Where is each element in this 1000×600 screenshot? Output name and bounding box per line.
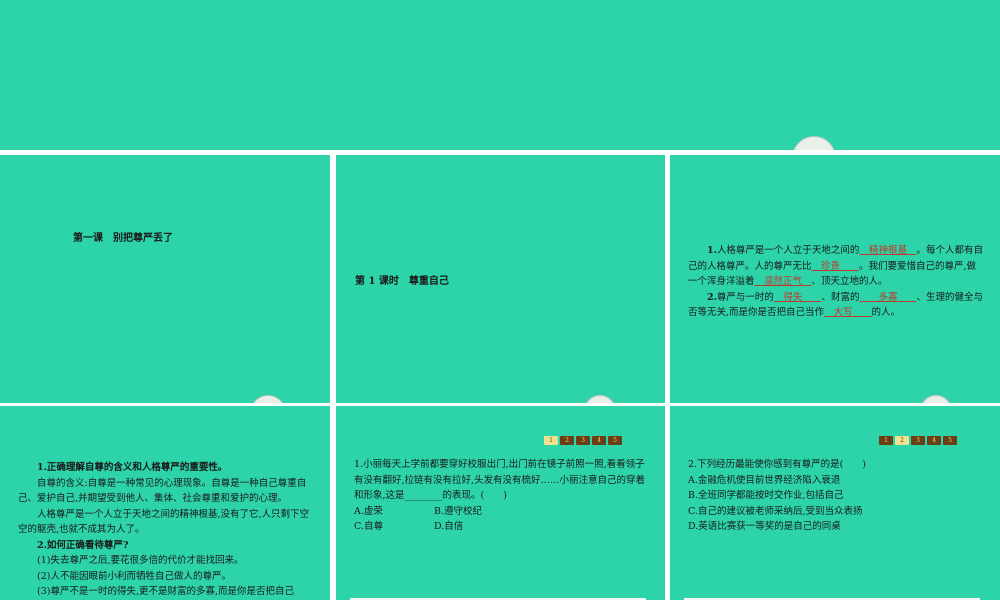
key-point-text: 自尊的含义:自尊是一种常见的心理现象。自尊是一种自己尊重自己、爱护自己,并期望受…: [18, 477, 307, 505]
nav-button-2[interactable]: 2: [895, 436, 909, 445]
fill-in-content: 1.人格尊严是一个人立于天地之间的 精神根基 。每个人都有自己的人格尊严。人的尊…: [688, 243, 984, 321]
question-nav: 1 2 3 4 5: [544, 436, 622, 445]
slide-decoration: [920, 395, 952, 403]
key-point-text: (1)失去尊严之后,要花很多倍的代价才能找回来。: [37, 555, 244, 566]
question-block: 2.下列经历最能使你感到有尊严的是( ) A.金融危机使目前世界经济陷入衰退 B…: [688, 457, 984, 535]
slide-decoration: [584, 395, 616, 403]
nav-button-5[interactable]: 5: [943, 436, 957, 445]
question-nav: 1 2 3 4 5: [879, 436, 957, 445]
key-point-heading-2: 2.如何正确看待尊严?: [37, 539, 129, 551]
slide-4-key-points[interactable]: 1.正确理解自尊的含义和人格尊严的重要性。 自尊的含义:自尊是一种常见的心理现象…: [0, 406, 330, 600]
slide-decoration: [250, 395, 286, 403]
option-d[interactable]: D.英语比赛获一等奖的是自己的同桌: [688, 519, 984, 535]
slide-3-fill-in-blanks[interactable]: 1.人格尊严是一个人立于天地之间的 精神根基 。每个人都有自己的人格尊严。人的尊…: [670, 155, 1000, 403]
answer-blank: 珍贵: [811, 260, 860, 272]
slide-1-lesson-title[interactable]: 第一课 别把尊严丢了: [0, 155, 330, 403]
slide-5-question-1[interactable]: 1 2 3 4 5 1.小丽每天上学前都要穿好校服出门,出门前在镜子前照一照,看…: [336, 406, 665, 600]
key-point-text: 人格尊严是一个人立于天地之间的精神根基,没有了它,人只剩下空空的躯壳,也就不成其…: [18, 508, 310, 536]
fill-in-paragraph-2: 2.尊严与一时的 得失 、财富的 多寡 、生理的健全与否等无关,而是你是否把自己…: [688, 291, 983, 319]
question-text: 2.下列经历最能使你感到有尊严的是( ): [688, 459, 866, 470]
key-point-text: (3)尊严不是一时的得失,更不是财富的多寡,而是你是否把自己: [37, 586, 294, 597]
slide-2-section-title[interactable]: 第 1 课时 尊重自己: [336, 155, 665, 403]
question-text: 1.小丽每天上学前都要穿好校服出门,出门前在镜子前照一照,看看领子有没有翻好,拉…: [354, 459, 646, 501]
nav-button-4[interactable]: 4: [592, 436, 606, 445]
slide-decoration: [792, 136, 836, 150]
fill-in-paragraph-1: 1.人格尊严是一个人立于天地之间的 精神根基 。每个人都有自己的人格尊严。人的尊…: [688, 245, 983, 287]
option-c[interactable]: C.自尊: [354, 519, 434, 535]
key-point-text: (2)人不能因眼前小利而牺牲自己做人的尊严。: [37, 570, 231, 582]
option-b[interactable]: B.全班同学都能按时交作业,包括自己: [688, 488, 984, 504]
option-c[interactable]: C.自己的建议被老师采纳后,受到当众表扬: [688, 504, 984, 520]
nav-button-3[interactable]: 3: [576, 436, 590, 445]
nav-button-3[interactable]: 3: [911, 436, 925, 445]
nav-button-1[interactable]: 1: [879, 436, 893, 445]
question-block: 1.小丽每天上学前都要穿好校服出门,出门前在镜子前照一照,看看领子有没有翻好,拉…: [354, 457, 646, 535]
slide-6-question-2[interactable]: 1 2 3 4 5 2.下列经历最能使你感到有尊严的是( ) A.金融危机使目前…: [670, 406, 1000, 600]
options-list: A.虚荣 B.遵守校纪 C.自尊 D.自信: [354, 504, 646, 535]
option-a[interactable]: A.金融危机使目前世界经济陷入衰退: [688, 473, 984, 489]
section-title: 第 1 课时 尊重自己: [355, 276, 449, 287]
nav-button-1[interactable]: 1: [544, 436, 558, 445]
key-point-heading-1: 1.正确理解自尊的含义和人格尊严的重要性。: [37, 462, 228, 473]
option-a[interactable]: A.虚荣: [354, 504, 434, 520]
nav-button-5[interactable]: 5: [608, 436, 622, 445]
nav-button-4[interactable]: 4: [927, 436, 941, 445]
slide-top-partial[interactable]: [0, 0, 1000, 150]
answer-blank: 精神根基: [859, 245, 917, 256]
nav-button-2[interactable]: 2: [560, 436, 574, 445]
option-d[interactable]: D.自信: [434, 519, 554, 535]
answer-blank: 多寡: [859, 291, 917, 303]
lesson-title: 第一课 别把尊严丢了: [73, 233, 173, 244]
answer-blank: 得失: [773, 291, 822, 303]
key-points-content: 1.正确理解自尊的含义和人格尊严的重要性。 自尊的含义:自尊是一种常见的心理现象…: [18, 460, 314, 600]
answer-blank: 大写: [824, 307, 872, 318]
option-b[interactable]: B.遵守校纪: [434, 504, 554, 520]
answer-blank: 凛然正气: [754, 276, 812, 287]
